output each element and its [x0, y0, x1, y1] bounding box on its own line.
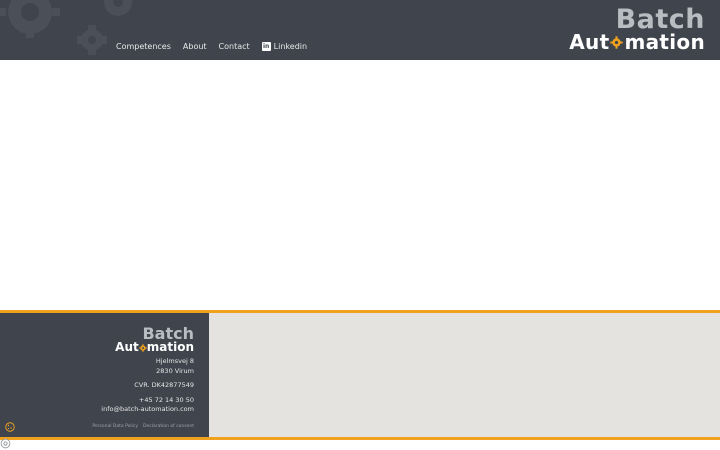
footer-address-line1: Hjelmsvej 8	[155, 357, 194, 365]
settings-widget-icon[interactable]	[0, 438, 11, 449]
footer-legal-links: Personal Data Policy Declaration of cons…	[87, 424, 194, 429]
footer-logo-part1: Aut	[115, 340, 139, 354]
footer-bottom-border	[0, 437, 720, 440]
gears-decoration-icon	[0, 0, 132, 55]
nav-linkedin[interactable]: in Linkedin	[261, 42, 308, 51]
logo-gear-icon	[610, 35, 624, 49]
cookie-icon[interactable]	[5, 422, 15, 432]
linkedin-icon: in	[261, 42, 271, 51]
link-personal-data-policy[interactable]: Personal Data Policy	[92, 424, 138, 429]
site-header: Competences About Contact in Linkedin Ba…	[0, 0, 720, 60]
logo-automation[interactable]: Aut mation	[569, 31, 705, 53]
nav-about[interactable]: About	[183, 42, 207, 51]
footer-map-area	[209, 313, 720, 437]
nav-about-label: About	[182, 42, 207, 51]
nav-linkedin-label: Linkedin	[273, 42, 308, 51]
main-nav: Competences About Contact in Linkedin	[116, 42, 319, 51]
footer-logo-automation: Aut mation	[115, 341, 194, 354]
footer-logo-gear-icon	[138, 343, 147, 352]
footer-cvr: CVR. DK42877549	[134, 381, 194, 389]
nav-contact-label: Contact	[218, 42, 250, 51]
footer-email[interactable]: info@batch-automation.com	[101, 404, 194, 414]
footer-address-line2: 2830 Virum	[156, 367, 194, 375]
nav-competences[interactable]: Competences	[116, 42, 171, 51]
footer-info-panel: Batch Aut mation Hjelmsvej 8 2830 Virum …	[0, 313, 209, 437]
logo-text-part2: mation	[624, 30, 705, 54]
link-declaration-of-consent[interactable]: Declaration of consent	[143, 424, 194, 429]
nav-competences-label: Competences	[116, 42, 171, 51]
nav-contact[interactable]: Contact	[219, 42, 250, 51]
footer-logo-part2: mation	[146, 340, 194, 354]
logo-text-part1: Aut	[569, 30, 610, 54]
